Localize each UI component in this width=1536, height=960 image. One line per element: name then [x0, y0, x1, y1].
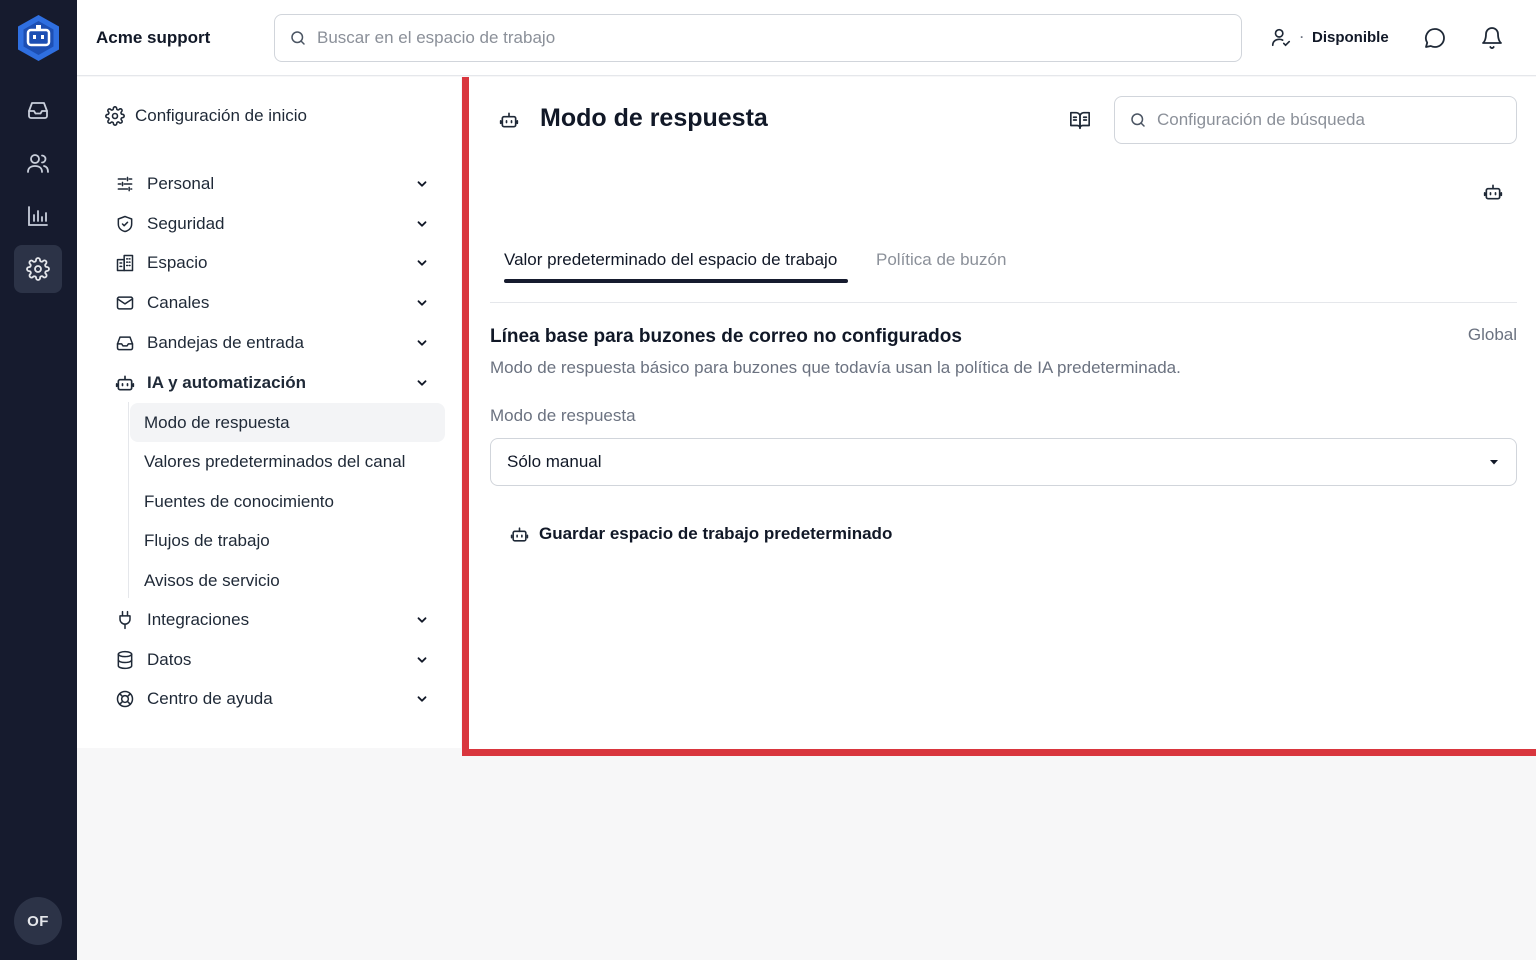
- bot-icon: [499, 110, 519, 130]
- settings-home-label: Configuración de inicio: [135, 106, 307, 125]
- chevron-down-icon: [417, 221, 427, 227]
- sub-item-label: Avisos de servicio: [144, 570, 280, 590]
- section-title: Línea base para buzones de correo no con…: [490, 326, 962, 347]
- chevron-down-icon: [417, 617, 427, 623]
- docs-book-icon[interactable]: [1069, 109, 1091, 131]
- sub-item-label: Modo de respuesta: [144, 412, 290, 432]
- nav-item-personal[interactable]: Personal: [115, 168, 435, 200]
- chevron-down-icon: [417, 696, 427, 702]
- page-title: Modo de respuesta: [540, 104, 768, 132]
- response-mode-label: Modo de respuesta: [490, 406, 636, 425]
- app-rail: OF: [0, 0, 77, 960]
- nav-item-label: Seguridad: [147, 214, 225, 233]
- app-title: Acme support: [96, 28, 211, 47]
- sub-item-label: Valores predeterminados del canal: [144, 451, 406, 471]
- nav-item-label: Personal: [147, 174, 215, 193]
- database-icon: [117, 650, 133, 670]
- bot-icon: [510, 526, 529, 542]
- chevron-down-icon: [417, 260, 427, 266]
- sub-item-knowledge-sources[interactable]: Fuentes de conocimiento: [130, 482, 445, 521]
- nav-item-data[interactable]: Datos: [115, 644, 435, 676]
- sub-item-response-mode[interactable]: Modo de respuesta: [130, 403, 445, 442]
- lifebuoy-icon: [116, 690, 134, 708]
- nav-item-label: Centro de ayuda: [147, 689, 273, 708]
- nav-item-label: IA y automatización: [147, 373, 307, 392]
- rail-inbox-button[interactable]: [14, 86, 62, 134]
- nav-item-label: Integraciones: [147, 610, 250, 629]
- rail-users-button[interactable]: [14, 139, 62, 187]
- tab-workspace-default[interactable]: Valor predeterminado del espacio de trab…: [504, 250, 837, 270]
- rail-settings-button[interactable]: [14, 245, 62, 293]
- nav-item-label: Datos: [147, 650, 192, 669]
- building-icon: [116, 254, 134, 272]
- inbox-icon: [116, 336, 134, 351]
- shield-icon: [117, 215, 133, 233]
- nav-item-channels[interactable]: Canales: [115, 287, 435, 319]
- chevron-down-icon: [417, 657, 427, 663]
- nav-item-integrations[interactable]: Integraciones: [115, 604, 435, 636]
- sub-item-service-notices[interactable]: Avisos de servicio: [130, 561, 445, 600]
- plug-icon: [119, 610, 131, 630]
- rail-reports-button[interactable]: [14, 192, 62, 240]
- nav-item-security[interactable]: Seguridad: [115, 208, 435, 240]
- settings-search[interactable]: [1114, 96, 1517, 144]
- tab-divider: [490, 302, 1517, 303]
- settings-home-link[interactable]: Configuración de inicio: [105, 106, 307, 126]
- bell-icon[interactable]: [1480, 26, 1504, 50]
- user-status-icon: [1271, 28, 1291, 47]
- save-button-label: Guardar espacio de trabajo predeterminad…: [539, 524, 893, 543]
- users-icon: [27, 154, 49, 173]
- status-label: Disponible: [1312, 28, 1389, 46]
- nav-item-inboxes[interactable]: Bandejas de entrada: [115, 327, 435, 359]
- scope-badge: Global: [1467, 325, 1517, 344]
- sub-item-workflows[interactable]: Flujos de trabajo: [130, 521, 445, 560]
- sub-item-label: Flujos de trabajo: [144, 530, 270, 550]
- chart-icon: [28, 206, 48, 226]
- response-mode-select[interactable]: Sólo manual: [490, 438, 1517, 486]
- nav-item-help-center[interactable]: Centro de ayuda: [115, 683, 435, 715]
- nav-item-label: Bandejas de entrada: [147, 333, 304, 352]
- availability-status[interactable]: · Disponible: [1270, 26, 1389, 48]
- sub-item-label: Fuentes de conocimiento: [144, 491, 334, 511]
- save-workspace-default-button[interactable]: Guardar espacio de trabajo predeterminad…: [500, 515, 902, 553]
- sub-nav-rail: [128, 402, 129, 598]
- bot-icon[interactable]: [1483, 182, 1503, 202]
- avatar[interactable]: OF: [14, 897, 62, 945]
- app-logo-icon[interactable]: [16, 14, 61, 62]
- nav-item-ai-automation[interactable]: IA y automatización: [115, 367, 435, 399]
- global-search[interactable]: [274, 14, 1242, 62]
- status-separator: ·: [1300, 30, 1304, 44]
- chevron-down-icon: [417, 181, 427, 187]
- chat-icon[interactable]: [1423, 26, 1447, 50]
- chevron-down-icon: [417, 300, 427, 306]
- chevron-down-icon: [417, 340, 427, 346]
- gear-icon: [105, 106, 125, 126]
- search-icon: [291, 31, 305, 45]
- caret-down-icon: [1490, 460, 1498, 465]
- settings-search-input[interactable]: [1157, 110, 1506, 130]
- top-bar: Acme support · Disponible: [77, 0, 1536, 76]
- tab-mailbox-policy[interactable]: Política de buzón: [876, 250, 1006, 270]
- nav-item-workspace[interactable]: Espacio: [115, 247, 435, 279]
- select-value: Sólo manual: [507, 452, 602, 471]
- active-tab-indicator: [504, 279, 848, 283]
- search-icon: [1131, 113, 1145, 127]
- nav-item-label: Canales: [147, 293, 210, 312]
- bot-icon: [115, 375, 135, 391]
- section-description: Modo de respuesta básico para buzones qu…: [490, 358, 1181, 377]
- inbox-icon: [28, 102, 48, 119]
- nav-item-label: Espacio: [147, 253, 208, 272]
- gear-icon: [26, 257, 50, 281]
- mail-icon: [116, 296, 134, 310]
- sub-item-channel-defaults[interactable]: Valores predeterminados del canal: [130, 442, 445, 481]
- chevron-down-icon: [417, 380, 427, 386]
- global-search-input[interactable]: [317, 28, 1174, 48]
- sliders-icon: [117, 176, 133, 192]
